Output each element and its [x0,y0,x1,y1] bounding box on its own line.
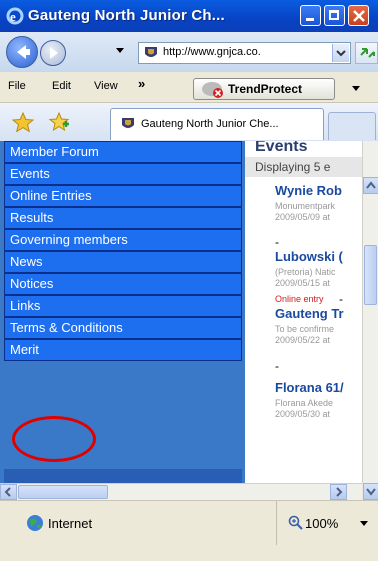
event-title-link[interactable]: Lubowski ( [275,249,343,264]
forward-arrow-icon [50,47,58,59]
address-text: http://www.gnjca.co. [163,46,261,58]
sidebar-footer [4,469,242,483]
title-bar: e Gauteng North Junior Ch... [0,0,378,32]
events-heading: Events [255,141,308,155]
event-title-link[interactable]: Gauteng Tr [275,306,344,321]
sidebar-item-merit[interactable]: Merit [4,339,242,361]
horizontal-scroll-thumb[interactable] [18,485,108,499]
add-favorites-icon[interactable] [48,111,70,133]
event-separator: - [275,359,279,373]
sidebar-item-online-entries[interactable]: Online Entries [4,185,242,207]
zoom-level[interactable]: 100% [305,516,338,531]
trendprotect-label: TrendProtect [228,82,303,96]
new-tab-button[interactable] [328,112,376,140]
sidebar-item-links[interactable]: Links [4,295,242,317]
window-title: Gauteng North Junior Ch... [28,7,225,24]
vertical-scrollbar[interactable] [362,141,378,500]
address-field[interactable]: http://www.gnjca.co. [138,42,351,64]
sidebar-item-terms-conditions[interactable]: Terms & Conditions [4,317,242,339]
arrow-down-icon [366,488,376,496]
chevron-down-icon [336,50,346,57]
event-date: 2009/05/30 at [275,409,331,419]
highlight-circle-annotation [12,416,96,462]
internet-explorer-icon: e [6,7,24,25]
event-date: 2009/05/09 at [275,212,331,222]
status-bar: Internet 100% [0,500,378,561]
tab-title: Gauteng North Junior Che... [141,118,279,130]
favorites-star-icon[interactable] [12,112,34,132]
minimize-button[interactable] [300,5,321,26]
scroll-left-button[interactable] [0,484,17,500]
internet-zone-globe-icon [27,515,43,531]
scroll-right-button[interactable] [330,484,347,500]
toolbar-dropdown-icon[interactable] [352,86,360,92]
security-zone-label: Internet [48,516,93,531]
sidebar-item-news[interactable]: News [4,251,242,273]
back-arrow-icon [17,45,30,59]
event-date: 2009/05/22 at [275,335,331,345]
trendprotect-button[interactable]: TrendProtect [193,78,335,100]
event-separator: - [339,292,343,306]
scroll-up-button[interactable] [363,177,378,194]
online-entry-link[interactable]: Online entry [275,294,324,304]
address-dropdown-button[interactable] [332,44,349,62]
zoom-dropdown-icon[interactable] [360,521,368,527]
site-favicon-icon [122,118,134,128]
arrow-right-icon [336,487,343,497]
horizontal-scrollbar[interactable] [0,483,362,501]
displaying-count: Displaying 5 e [245,157,362,177]
menu-overflow[interactable]: » [138,76,145,91]
sidebar-item-notices[interactable]: Notices [4,273,242,295]
maximize-button[interactable] [324,5,345,26]
scroll-down-button[interactable] [363,483,378,500]
zoom-icon [288,515,303,530]
sidebar-item-governing-members[interactable]: Governing members [4,229,242,251]
event-separator: - [275,235,279,249]
refresh-icon [360,48,375,58]
arrow-up-icon [366,181,376,189]
close-button[interactable] [348,5,369,26]
arrow-left-icon [4,487,11,497]
forward-button[interactable] [40,40,66,66]
site-favicon-icon [145,47,157,57]
menu-file[interactable]: File [8,80,26,92]
menu-edit[interactable]: Edit [52,80,71,92]
event-location: To be confirme [275,324,335,334]
refresh-button[interactable] [355,42,378,64]
event-title-link[interactable]: Wynie Rob [275,183,342,198]
event-date: 2009/05/15 at [275,278,331,288]
sidebar-item-events[interactable]: Events [4,163,242,185]
status-divider [276,501,277,545]
history-dropdown-icon[interactable] [116,48,124,54]
back-button[interactable] [6,36,38,68]
event-location: (Pretoria) Natic [275,267,336,277]
events-panel: Events Displaying 5 e Wynie Rob Monument… [245,141,362,483]
sidebar-item-member-forum[interactable]: Member Forum [4,141,242,163]
close-icon [353,10,365,22]
scroll-thumb[interactable] [364,245,377,305]
event-location: Monumentpark [275,201,336,211]
sidebar-item-results[interactable]: Results [4,207,242,229]
trendprotect-icon [202,82,223,98]
tab-active[interactable]: Gauteng North Junior Che... [110,108,324,140]
event-location: Florana Akede [275,398,334,408]
event-title-link[interactable]: Florana 61/ [275,380,344,395]
menu-view[interactable]: View [94,80,118,92]
svg-text:e: e [10,9,16,24]
